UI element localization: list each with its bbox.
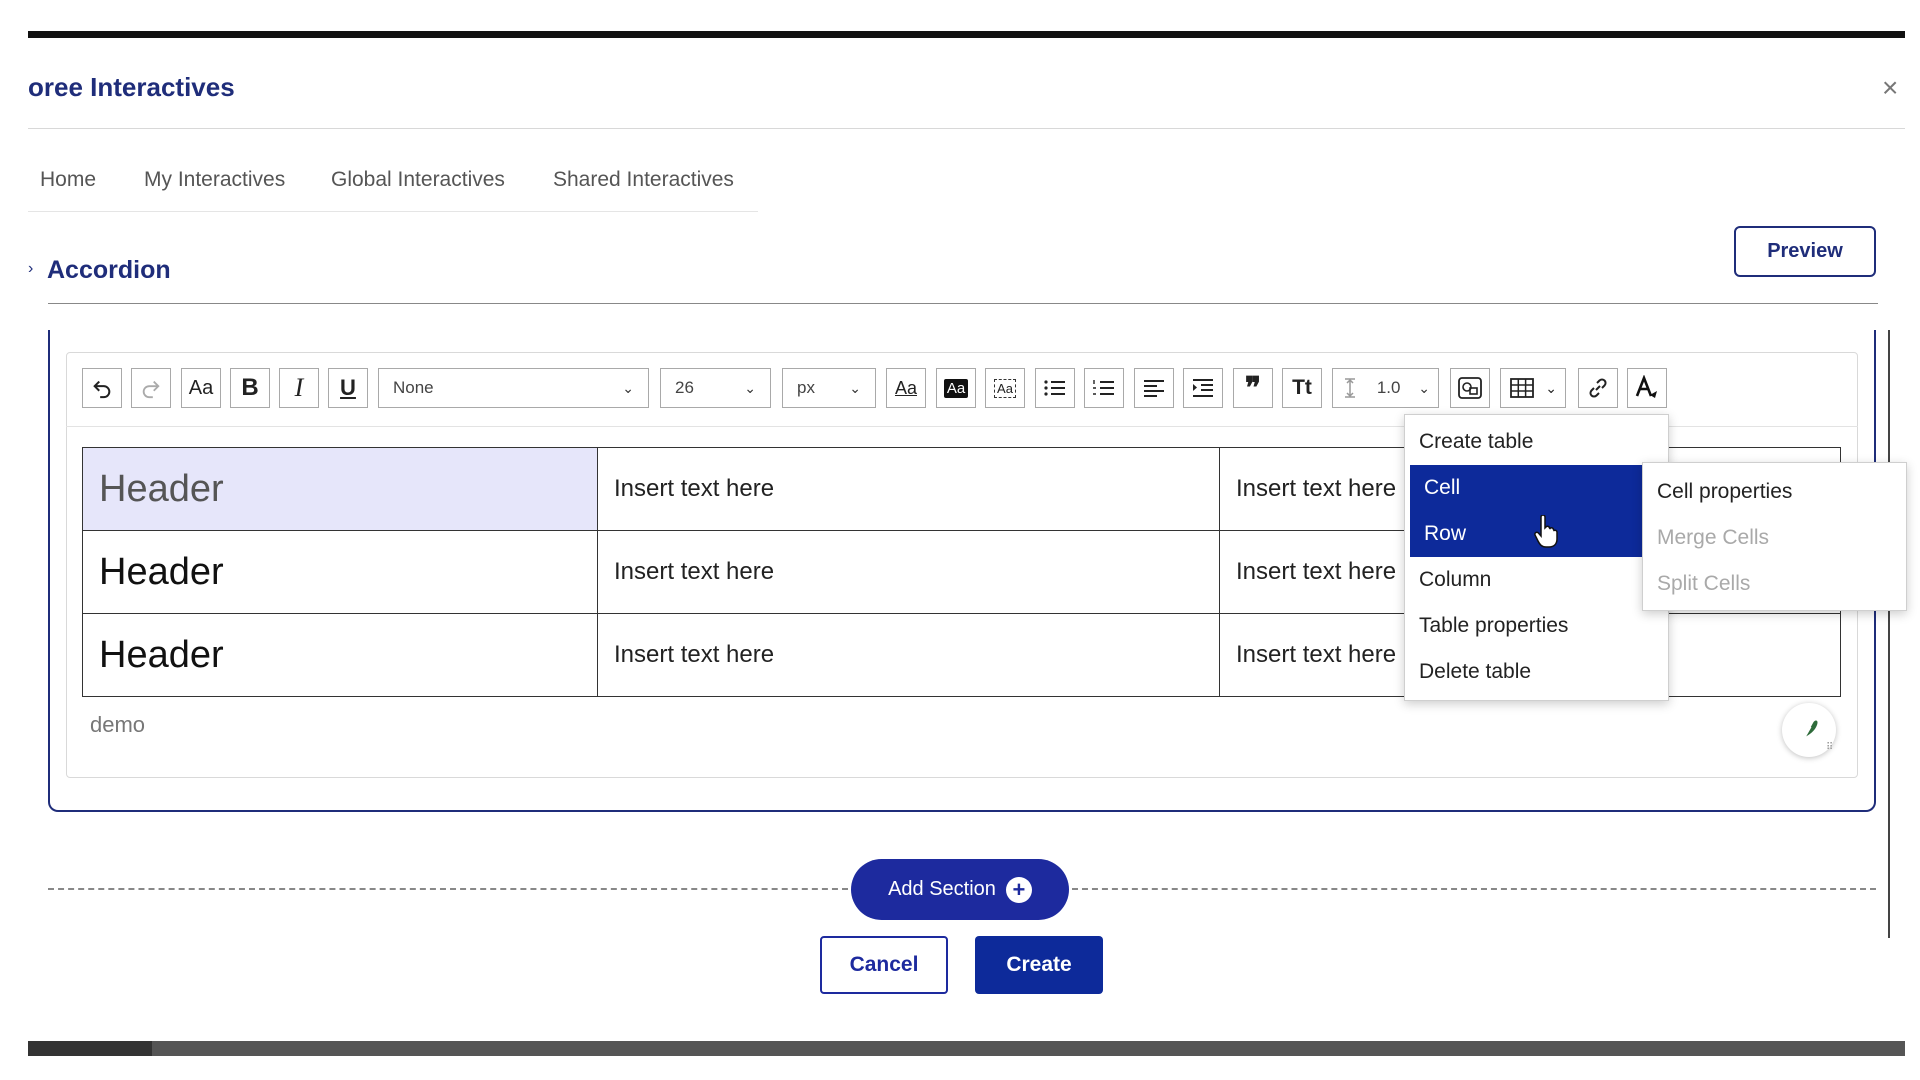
tab-my-interactives[interactable]: My Interactives xyxy=(144,168,285,192)
link-button[interactable] xyxy=(1578,368,1618,408)
scrollbar[interactable] xyxy=(1888,330,1890,938)
tab-global-interactives[interactable]: Global Interactives xyxy=(331,168,505,192)
hand-pointer-icon xyxy=(1534,515,1558,548)
align-left-button[interactable] xyxy=(1134,368,1174,408)
clear-format-button[interactable] xyxy=(1627,368,1667,408)
menu-item-delete-table[interactable]: Delete table xyxy=(1405,649,1668,695)
text-color-button[interactable]: Aa xyxy=(886,368,926,408)
quote-icon: ❞ xyxy=(1244,371,1262,405)
special-characters-icon xyxy=(1458,377,1482,399)
header-cell[interactable]: Header xyxy=(82,447,598,531)
bullet-list-button[interactable] xyxy=(1035,368,1075,408)
bullet-list-icon xyxy=(1044,380,1065,396)
text-format-icon xyxy=(1635,375,1657,398)
numbered-list-button[interactable] xyxy=(1084,368,1124,408)
bold-button[interactable]: B xyxy=(230,368,270,408)
nav-tabs: Home My Interactives Global Interactives… xyxy=(28,164,758,212)
table-icon xyxy=(1510,378,1534,398)
header-divider xyxy=(28,128,1905,129)
menu-item-row[interactable]: Row xyxy=(1410,511,1646,557)
undo-icon xyxy=(93,380,111,399)
numbered-list-icon xyxy=(1093,380,1114,395)
highlight-button[interactable]: Aa xyxy=(936,368,976,408)
redo-icon xyxy=(142,380,160,399)
resize-handle-icon[interactable]: ⠿ xyxy=(1826,743,1840,758)
scrollbar-thumb[interactable] xyxy=(28,1041,152,1056)
line-height-select[interactable]: 1.0 ⌄ xyxy=(1332,368,1439,408)
font-case-button[interactable]: Aa xyxy=(181,368,221,408)
plus-circle-icon: + xyxy=(1005,876,1032,903)
add-section-divider-right xyxy=(1072,888,1876,890)
line-height-icon xyxy=(1345,378,1355,398)
indent-icon xyxy=(1193,379,1213,397)
menu-item-cell[interactable]: Cell xyxy=(1410,465,1646,511)
section-title[interactable]: Accordion xyxy=(47,256,171,285)
table-cell[interactable]: Insert text here xyxy=(597,613,1220,697)
underline-button[interactable]: U xyxy=(328,368,368,408)
indent-button[interactable] xyxy=(1183,368,1223,408)
tab-home[interactable]: Home xyxy=(40,168,96,192)
chevron-right-icon[interactable]: › xyxy=(28,260,33,278)
preview-button[interactable]: Preview xyxy=(1734,226,1876,277)
undo-button[interactable] xyxy=(82,368,122,408)
window-top-border xyxy=(28,31,1905,38)
menu-item-create-table[interactable]: Create table xyxy=(1405,419,1668,465)
header-cell[interactable]: Header xyxy=(82,530,598,614)
header-cell[interactable]: Header xyxy=(82,613,598,697)
align-left-icon xyxy=(1144,380,1164,397)
redo-button[interactable] xyxy=(131,368,171,408)
feather-icon xyxy=(1802,720,1818,742)
menu-item-column[interactable]: Column xyxy=(1405,557,1668,603)
font-unit-select[interactable]: px ⌄ xyxy=(782,368,876,408)
add-section-divider-left xyxy=(48,888,848,890)
font-size-value: 26 xyxy=(675,378,694,397)
title-case-button[interactable]: Tt xyxy=(1282,368,1322,408)
editor-text[interactable]: demo xyxy=(90,712,145,738)
horizontal-scrollbar[interactable] xyxy=(28,1041,1905,1056)
cancel-button[interactable]: Cancel xyxy=(820,936,948,994)
insert-special-button[interactable] xyxy=(1450,368,1490,408)
link-icon xyxy=(1589,378,1607,398)
chevron-down-icon: ⌄ xyxy=(1418,379,1430,396)
font-unit-value: px xyxy=(797,378,815,397)
submenu-item-cell-properties[interactable]: Cell properties xyxy=(1643,469,1906,515)
section-divider xyxy=(48,303,1878,304)
chevron-down-icon: ⌄ xyxy=(622,379,634,396)
add-section-button[interactable]: Add Section + xyxy=(851,859,1069,920)
submenu-item-split-cells: Split Cells xyxy=(1657,572,1751,595)
tab-shared-interactives[interactable]: Shared Interactives xyxy=(553,168,734,192)
chevron-down-icon: ⌄ xyxy=(849,379,861,396)
table-cell[interactable]: Insert text here xyxy=(597,530,1220,614)
blockquote-button[interactable]: ❞ xyxy=(1233,368,1273,408)
submenu-item-merge-cells: Merge Cells xyxy=(1657,526,1770,549)
create-button[interactable]: Create xyxy=(975,936,1103,994)
table-cell[interactable]: Insert text here xyxy=(597,447,1220,531)
chevron-down-icon: ⌄ xyxy=(1545,379,1557,396)
chevron-down-icon: ⌄ xyxy=(744,379,756,396)
highlight-icon: Aa xyxy=(943,378,969,398)
font-family-select[interactable]: None ⌄ xyxy=(378,368,649,408)
italic-button[interactable]: I xyxy=(279,368,319,408)
close-icon[interactable]: × xyxy=(1882,74,1898,102)
table-dropdown-menu: Create table Cell Row Column Table prope… xyxy=(1404,414,1669,701)
table-menu-button[interactable]: ⌄ xyxy=(1500,368,1566,408)
font-size-select[interactable]: 26 ⌄ xyxy=(660,368,771,408)
menu-item-table-properties[interactable]: Table properties xyxy=(1405,603,1668,649)
text-box-button[interactable]: Aa xyxy=(985,368,1025,408)
text-box-icon: Aa xyxy=(994,378,1016,398)
add-section-label: Add Section xyxy=(888,878,996,900)
app-title: oree Interactives xyxy=(28,72,235,102)
font-family-value: None xyxy=(393,378,434,397)
cell-submenu: Cell properties Merge Cells Split Cells xyxy=(1642,462,1907,611)
line-height-value: 1.0 xyxy=(1376,378,1401,397)
